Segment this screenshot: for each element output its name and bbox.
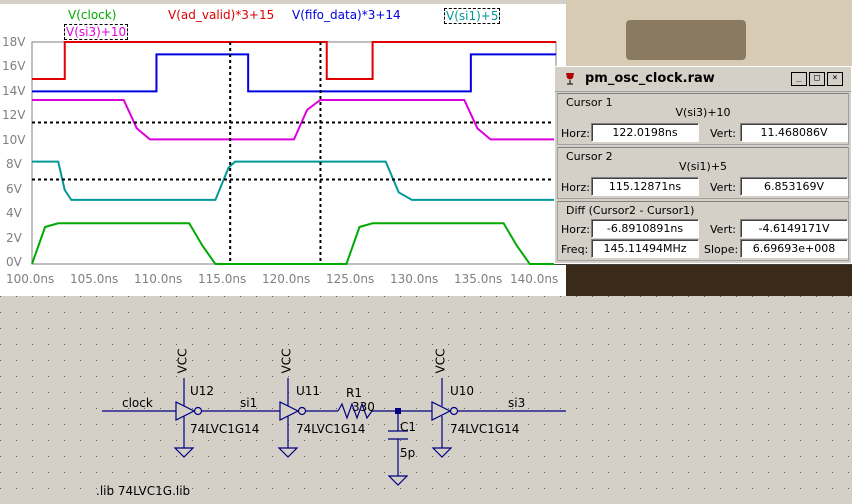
series-line-1 <box>32 41 556 80</box>
cursor1-vert-field[interactable]: 11.468086V <box>740 123 848 142</box>
schematic-canvas[interactable]: clock si1 si3 VCC VCC VCC U12 U11 U10 74… <box>0 296 852 504</box>
diff-group: Diff (Cursor2 - Cursor1) Horz: -6.891089… <box>557 201 849 261</box>
diff-horz-label: Horz: <box>561 223 591 236</box>
u11-part-label: 74LVC1G14 <box>296 422 366 436</box>
cursor1-vert-label: Vert: <box>710 127 736 140</box>
diff-label: Diff (Cursor2 - Cursor1) <box>566 204 695 217</box>
diff-vert-field[interactable]: -4.6149171V <box>740 219 848 238</box>
wallpaper-ground <box>566 262 852 296</box>
cursor1-group: Cursor 1 V(si3)+10 Horz: 122.0198ns Vert… <box>557 93 849 145</box>
u12-part-label: 74LVC1G14 <box>190 422 260 436</box>
cursor2-vert-field[interactable]: 6.853169V <box>740 177 848 196</box>
cursor2-expression: V(si1)+5 <box>678 160 728 173</box>
diff-vert-label: Vert: <box>710 223 736 236</box>
r1-value: 330 <box>352 400 375 414</box>
diff-horz-field[interactable]: -6.8910891ns <box>591 219 699 238</box>
u12-label: U12 <box>190 384 215 398</box>
net-label-si3: si3 <box>508 396 526 410</box>
u10-label: U10 <box>450 384 475 398</box>
waveform-viewer[interactable]: V(clock) V(ad_valid)*3+15 V(fifo_data)*3… <box>0 0 566 296</box>
cursor1-horz-label: Horz: <box>561 127 591 140</box>
waveform-plot[interactable] <box>0 0 566 296</box>
cursor-window-title: pm_osc_clock.raw <box>585 71 715 86</box>
c1-label: C1 <box>400 420 417 434</box>
r1-label: R1 <box>346 386 362 400</box>
wallpaper-shape <box>626 20 746 60</box>
plot-frame <box>31 41 557 265</box>
diff-freq-field[interactable]: 145.11494MHz <box>591 239 699 258</box>
c1-value: 5p <box>400 446 416 460</box>
u11-label: U11 <box>296 384 321 398</box>
cursor2-horz-field[interactable]: 115.12871ns <box>591 177 699 196</box>
diff-slope-field[interactable]: 6.69693e+008 <box>740 239 848 258</box>
net-label-si1: si1 <box>240 396 258 410</box>
lib-directive: .lib 74LVC1G.lib <box>96 484 191 498</box>
vcc-label: VCC <box>279 348 294 374</box>
series-line-0 <box>31 222 556 265</box>
cursor1-expression: V(si3)+10 <box>675 106 731 119</box>
diff-freq-label: Freq: <box>561 243 589 256</box>
diff-slope-label: Slope: <box>704 243 739 256</box>
series-line-3 <box>32 160 556 201</box>
cursor2-horz-label: Horz: <box>561 181 591 194</box>
series-line-4 <box>32 98 556 141</box>
series-line-2 <box>32 53 556 93</box>
cursor-window-titlebar[interactable]: pm_osc_clock.raw _ □ × <box>555 67 851 92</box>
minimize-button[interactable]: _ <box>791 72 807 86</box>
close-button[interactable]: × <box>827 72 843 86</box>
cursor2-vert-label: Vert: <box>710 181 736 194</box>
cursor1-horz-field[interactable]: 122.0198ns <box>591 123 699 142</box>
cursor-readout-window[interactable]: pm_osc_clock.raw _ □ × Cursor 1 V(si3)+1… <box>554 66 852 264</box>
net-label-clock: clock <box>122 396 153 410</box>
cursor2-group: Cursor 2 V(si1)+5 Horz: 115.12871ns Vert… <box>557 147 849 199</box>
u10-part-label: 74LVC1G14 <box>450 422 520 436</box>
vcc-label: VCC <box>175 348 190 374</box>
wine-glass-icon <box>566 73 574 85</box>
maximize-button[interactable]: □ <box>809 72 825 86</box>
vcc-label: VCC <box>433 348 448 374</box>
